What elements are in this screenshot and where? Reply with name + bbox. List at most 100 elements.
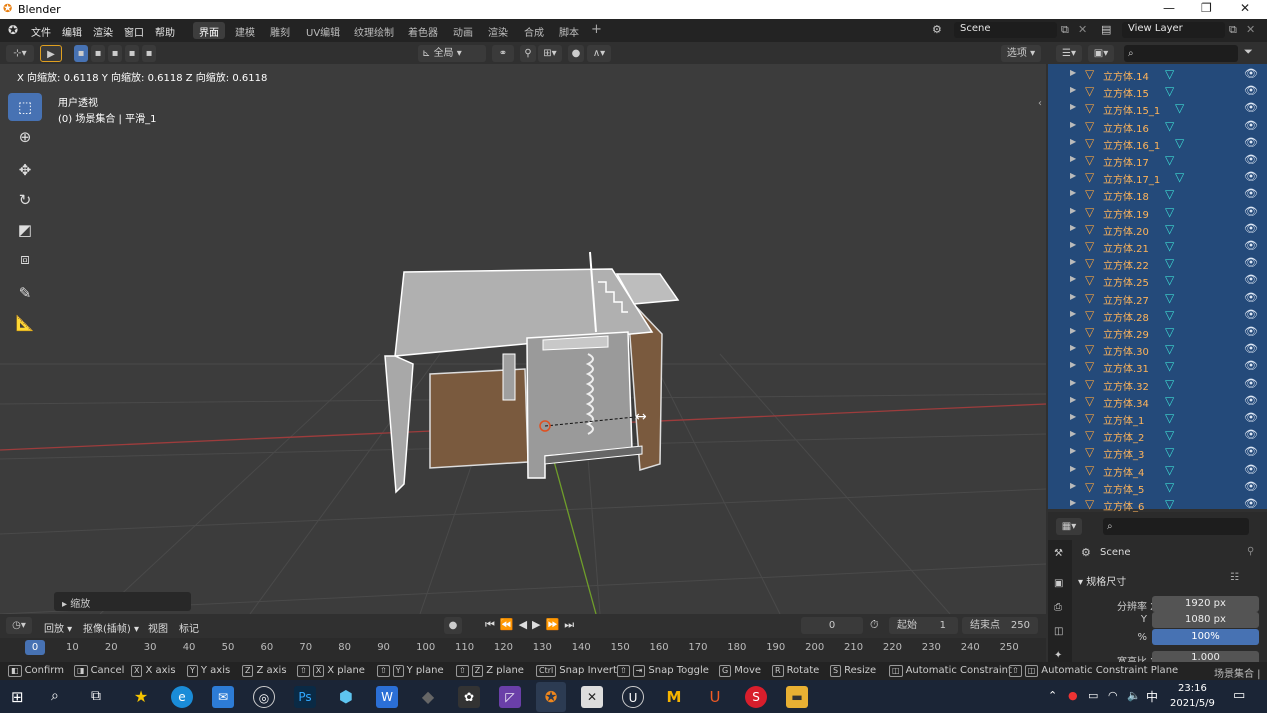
start-frame-field[interactable]: 起始 1 (889, 617, 958, 634)
outliner-row[interactable]: ▶ ▽ 立方体_4 ▽ 👁 (1048, 462, 1267, 479)
3d-viewport[interactable]: ↔ X 向缩放: 0.6118 Y 向缩放: 0.6118 Z 向缩放: 0.6… (0, 64, 1046, 614)
mesh-data-icon[interactable]: ▽ (1165, 394, 1174, 408)
visibility-eye-icon[interactable]: 👁 (1244, 394, 1258, 407)
mesh-data-icon[interactable]: ▽ (1165, 463, 1174, 477)
falloff-icon[interactable]: ∧▾ (587, 45, 611, 62)
object-name[interactable]: 立方体_4 (1103, 464, 1144, 479)
snap-icon[interactable]: ⚲ (520, 45, 536, 62)
visibility-eye-icon[interactable]: 👁 (1244, 428, 1258, 441)
mesh-data-icon[interactable]: ▽ (1165, 445, 1174, 459)
u-app-icon[interactable]: U (704, 686, 726, 708)
mesh-data-icon[interactable]: ▽ (1165, 222, 1174, 236)
task-view-icon[interactable]: ⧉ (91, 688, 101, 704)
mesh-data-icon[interactable]: ▽ (1165, 256, 1174, 270)
expand-arrow-icon[interactable]: ▶ (1070, 274, 1076, 283)
preview-range-icon[interactable]: ⏱ (870, 618, 879, 632)
mesh-data-icon[interactable]: ▽ (1175, 136, 1184, 150)
dark-app-icon[interactable]: ◆ (417, 686, 439, 708)
marker-menu[interactable]: 标记 (179, 620, 199, 635)
visibility-eye-icon[interactable]: 👁 (1244, 119, 1258, 132)
outliner-editor-type-icon[interactable]: ☰▾ (1056, 45, 1082, 62)
playback-menu[interactable]: 回放 ▾ (44, 620, 72, 635)
expand-arrow-icon[interactable]: ▶ (1070, 154, 1076, 163)
visibility-eye-icon[interactable]: 👁 (1244, 342, 1258, 355)
visibility-eye-icon[interactable]: 👁 (1244, 308, 1258, 321)
expand-arrow-icon[interactable]: ▶ (1070, 309, 1076, 318)
object-name[interactable]: 立方体_2 (1103, 429, 1144, 444)
battery-icon[interactable]: ▭ (1088, 689, 1098, 702)
expand-arrow-icon[interactable]: ▶ (1070, 464, 1076, 473)
resolution-percent-field[interactable]: 100% (1152, 629, 1259, 645)
select-mode-icon[interactable]: ▶ (40, 45, 62, 62)
menu-file[interactable]: 文件 (31, 24, 51, 39)
tab-scripting[interactable]: 脚本 (553, 22, 585, 39)
object-name[interactable]: 立方体.20 (1103, 223, 1149, 238)
visibility-eye-icon[interactable]: 👁 (1244, 84, 1258, 97)
outliner-row[interactable]: ▶ ▽ 立方体.15_1 ▽ 👁 (1048, 100, 1267, 117)
object-name[interactable]: 立方体.16_1 (1103, 137, 1160, 152)
expand-arrow-icon[interactable]: ▶ (1070, 429, 1076, 438)
annotate-tool[interactable]: ✎ (8, 279, 42, 307)
visibility-eye-icon[interactable]: 👁 (1244, 136, 1258, 149)
visibility-eye-icon[interactable]: 👁 (1244, 325, 1258, 338)
resolution-y-field[interactable]: 1080 px (1152, 612, 1259, 628)
expand-arrow-icon[interactable]: ▶ (1070, 137, 1076, 146)
mesh-data-icon[interactable]: ▽ (1165, 205, 1174, 219)
end-frame-field[interactable]: 结束点 250 (962, 617, 1038, 634)
object-name[interactable]: 立方体.14 (1103, 68, 1149, 83)
expand-arrow-icon[interactable]: ▶ (1070, 102, 1076, 111)
expand-arrow-icon[interactable]: ▶ (1070, 343, 1076, 352)
visibility-eye-icon[interactable]: 👁 (1244, 359, 1258, 372)
expand-arrow-icon[interactable]: ▶ (1070, 360, 1076, 369)
list-presets-icon[interactable]: ☷ (1230, 572, 1239, 583)
unreal-icon[interactable]: U (622, 686, 644, 708)
pin-icon[interactable]: ⚲ (1247, 546, 1254, 557)
object-name[interactable]: 立方体.18 (1103, 188, 1149, 203)
view-layer-tab-icon[interactable]: ◫ (1054, 626, 1063, 637)
move-tool[interactable]: ✥ (8, 156, 42, 184)
scene-tab-icon[interactable]: ✦ (1054, 650, 1062, 661)
object-name[interactable]: 立方体.17 (1103, 154, 1149, 169)
new-view-layer-icon[interactable]: ⧉ (1229, 23, 1237, 37)
davinci-icon[interactable]: ✿ (458, 686, 480, 708)
outliner-row[interactable]: ▶ ▽ 立方体_3 ▽ 👁 (1048, 444, 1267, 461)
visibility-eye-icon[interactable]: 👁 (1244, 497, 1258, 510)
expand-arrow-icon[interactable]: ▶ (1070, 223, 1076, 232)
mesh-data-icon[interactable]: ▽ (1165, 342, 1174, 356)
outliner-row[interactable]: ▶ ▽ 立方体.27 ▽ 👁 (1048, 290, 1267, 307)
expand-arrow-icon[interactable]: ▶ (1070, 171, 1076, 180)
tray-app-icon[interactable]: ● (1068, 689, 1078, 702)
mesh-data-icon[interactable]: ▽ (1165, 359, 1174, 373)
proportional-edit-icon[interactable]: ● (568, 45, 584, 62)
outliner-row[interactable]: ▶ ▽ 立方体.19 ▽ 👁 (1048, 204, 1267, 221)
playback-controls[interactable]: ⏮⏪◀▶⏩⏭ (485, 618, 579, 632)
outliner-row[interactable]: ▶ ▽ 立方体.16 ▽ 👁 (1048, 118, 1267, 135)
mesh-data-icon[interactable]: ▽ (1165, 67, 1174, 81)
outliner-row[interactable]: ▶ ▽ 立方体.34 ▽ 👁 (1048, 393, 1267, 410)
tab-texture-paint[interactable]: 纹理绘制 (348, 22, 400, 39)
select-intersect-icon[interactable]: ▪ (142, 45, 156, 62)
cursor-tool[interactable]: ⊕ (8, 123, 42, 151)
add-workspace-icon[interactable]: + (591, 22, 602, 37)
outliner-row[interactable]: ▶ ▽ 立方体.18 ▽ 👁 (1048, 186, 1267, 203)
mesh-data-icon[interactable]: ▽ (1165, 308, 1174, 322)
visibility-eye-icon[interactable]: 👁 (1244, 205, 1258, 218)
visibility-eye-icon[interactable]: 👁 (1244, 291, 1258, 304)
obs-icon[interactable]: ◎ (253, 686, 275, 708)
object-name[interactable]: 立方体_1 (1103, 412, 1144, 427)
tab-animation[interactable]: 动画 (447, 22, 479, 39)
delete-view-layer-icon[interactable]: ✕ (1246, 23, 1255, 36)
object-name[interactable]: 立方体.17_1 (1103, 171, 1160, 186)
expand-arrow-icon[interactable]: ▶ (1070, 120, 1076, 129)
output-tab-icon[interactable]: ⎙ (1054, 602, 1062, 613)
tray-expand-icon[interactable]: ⌃ (1048, 689, 1057, 702)
blender-menu-icon[interactable]: ✪ (8, 23, 18, 37)
volume-icon[interactable]: 🔈 (1127, 689, 1141, 702)
visibility-eye-icon[interactable]: 👁 (1244, 67, 1258, 80)
outliner-row[interactable]: ▶ ▽ 立方体.28 ▽ 👁 (1048, 307, 1267, 324)
menu-help[interactable]: 帮助 (155, 24, 175, 39)
outliner-row[interactable]: ▶ ▽ 立方体.21 ▽ 👁 (1048, 238, 1267, 255)
options-button[interactable]: 选项 ▾ (1001, 45, 1041, 62)
tab-shading[interactable]: 着色器 (402, 22, 444, 39)
expand-arrow-icon[interactable]: ▶ (1070, 481, 1076, 490)
